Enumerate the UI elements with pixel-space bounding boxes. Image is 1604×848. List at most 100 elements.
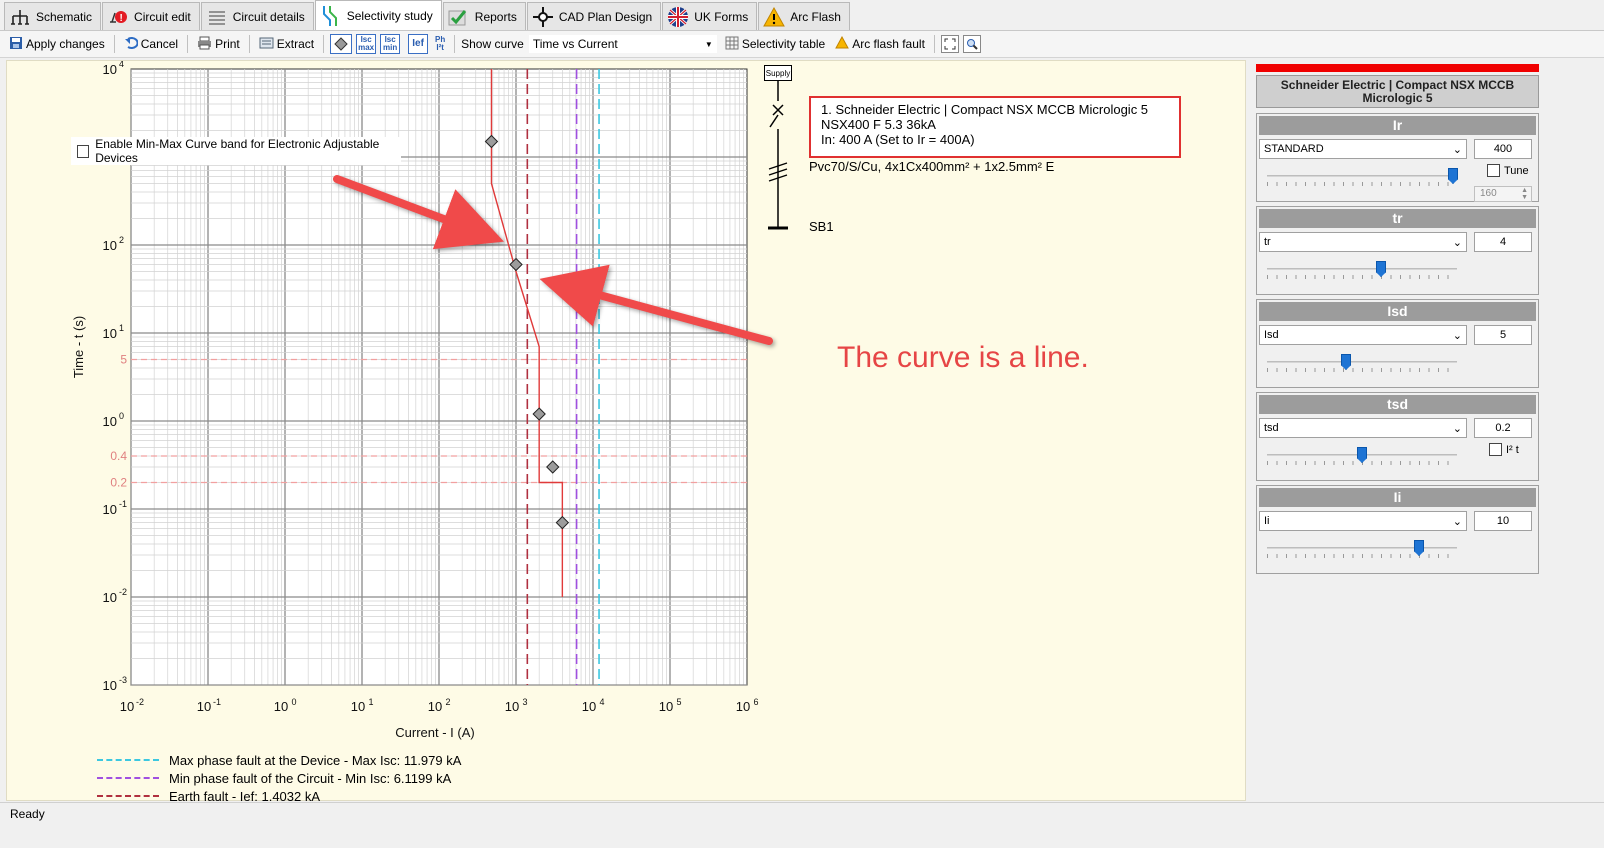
x-tick-exponent: -2 — [136, 697, 144, 707]
tsd-value-input[interactable]: 0.2 — [1474, 418, 1532, 438]
x-tick-exponent: 3 — [522, 697, 527, 707]
circuit-edit-icon: ! — [107, 6, 129, 28]
legend-item: Min phase fault of the Circuit - Min Isc… — [97, 769, 461, 787]
isd-dropdown[interactable]: Isd ⌄ — [1259, 325, 1467, 345]
grid-icon — [725, 36, 739, 53]
status-bar: Ready — [0, 802, 1604, 848]
legend-swatch — [97, 795, 159, 797]
chevron-down-icon: ⌄ — [1452, 236, 1462, 249]
device-info-box[interactable]: 1. Schneider Electric | Compact NSX MCCB… — [809, 96, 1181, 158]
show-curve-select[interactable]: Time vs Current ▼ — [527, 34, 718, 54]
save-icon — [9, 36, 23, 53]
x-tick-exponent: 4 — [599, 697, 604, 707]
isd-slider-ticks — [1267, 368, 1457, 372]
toolbar-separator — [187, 35, 189, 53]
zoom-button[interactable] — [962, 35, 981, 53]
warning-icon — [835, 35, 850, 52]
status-text: Ready — [10, 807, 45, 821]
annotation-text: The curve is a line. — [837, 341, 1089, 374]
x-tick-label: 10 — [582, 699, 596, 714]
tab-reports[interactable]: Reports — [442, 2, 526, 30]
selectivity-icon — [320, 5, 342, 27]
ief-button[interactable]: Ief — [408, 34, 429, 54]
x-tick-exponent: 6 — [753, 697, 758, 707]
legend-swatch — [97, 759, 159, 761]
fit-view-button[interactable] — [940, 35, 959, 53]
enable-minmax-checkbox[interactable] — [77, 144, 90, 158]
y-tick-exponent: 2 — [119, 235, 124, 245]
tcc-chart[interactable]: 50.40.210 -2 10 -1 10 0 10 1 10 2 10 3 10 4 10 5 10 610 41… — [7, 61, 1247, 802]
device-settings-panel: Schneider Electric | Compact NSX MCCB Mi… — [1250, 60, 1604, 801]
tune-spinner[interactable]: 160 ▲ ▼ — [1474, 186, 1532, 202]
cancel-button[interactable]: Cancel — [121, 34, 181, 55]
y-tick-exponent: -2 — [119, 587, 127, 597]
y-tick-exponent: 1 — [119, 323, 124, 333]
tr-dropdown[interactable]: tr ⌄ — [1259, 232, 1467, 252]
toolbar-separator — [454, 35, 456, 53]
tab-arc-flash[interactable]: Arc Flash — [758, 2, 850, 30]
tr-slider-track[interactable] — [1267, 268, 1457, 270]
tab-uk-forms[interactable]: UK Forms — [662, 2, 758, 30]
i2t-checkbox[interactable] — [1489, 443, 1502, 456]
y-tick-label: 10 — [103, 590, 117, 605]
toolbar: Apply changes Cancel Print Extract Isc m… — [0, 31, 1604, 58]
x-tick-exponent: 0 — [291, 697, 296, 707]
tab-selectivity-study[interactable]: Selectivity study — [314, 0, 442, 30]
selectivity-table-button[interactable]: Selectivity table — [722, 34, 828, 55]
chevron-down-icon: ⌄ — [1452, 422, 1462, 435]
isc-min-button[interactable]: Isc min — [380, 34, 401, 54]
arc-flash-fault-button[interactable]: Arc flash fault — [832, 34, 928, 54]
print-button[interactable]: Print — [194, 34, 243, 55]
chevron-down-icon: ⌄ — [1452, 143, 1462, 156]
extract-button[interactable]: Extract — [256, 34, 317, 55]
y-tick-label: 10 — [103, 62, 117, 77]
isd-slider-track[interactable] — [1267, 361, 1457, 363]
breaker-cross-icon — [772, 104, 784, 116]
apply-changes-button[interactable]: Apply changes — [6, 34, 108, 55]
ph-i2t-button[interactable]: Ph I²t — [432, 34, 448, 54]
tsd-dropdown[interactable]: tsd ⌄ — [1259, 418, 1467, 438]
show-curve-label: Show curve — [461, 37, 524, 51]
ii-dropdown[interactable]: Ii ⌄ — [1259, 511, 1467, 531]
toolbar-separator — [113, 35, 115, 53]
schematic-icon — [9, 6, 31, 28]
ir-slider-track[interactable] — [1267, 175, 1457, 177]
tab-circuit-details[interactable]: Circuit details — [200, 2, 314, 30]
isc-max-button[interactable]: Isc max — [356, 34, 377, 54]
x-tick-label: 10 — [505, 699, 519, 714]
ir-value-input[interactable]: 400 — [1474, 139, 1532, 159]
device-title: Schneider Electric | Compact NSX MCCB Mi… — [1256, 75, 1539, 108]
setting-isd: Isd Isd ⌄ 5 — [1256, 299, 1539, 388]
ir-dropdown[interactable]: STANDARD ⌄ — [1259, 139, 1467, 159]
x-tick-label: 10 — [197, 699, 211, 714]
ii-value-input[interactable]: 10 — [1474, 511, 1532, 531]
extract-icon — [259, 36, 274, 53]
setting-ii: Ii Ii ⌄ 10 — [1256, 485, 1539, 574]
y-tick-label: 10 — [103, 238, 117, 253]
reference-label: 0.2 — [110, 476, 127, 490]
x-tick-exponent: -1 — [213, 697, 221, 707]
ir-slider-ticks — [1267, 182, 1457, 186]
ii-slider-track[interactable] — [1267, 547, 1457, 549]
i2t-option[interactable]: I² t — [1489, 443, 1519, 456]
dropdown-arrow-icon: ▼ — [704, 39, 713, 49]
tune-option[interactable]: Tune — [1487, 164, 1529, 177]
check-icon — [448, 6, 470, 28]
chart-legend: Max phase fault at the Device - Max Isc:… — [97, 751, 461, 805]
isd-value-input[interactable]: 5 — [1474, 325, 1532, 345]
y-tick-exponent: 0 — [119, 411, 124, 421]
toolbar-separator — [248, 35, 250, 53]
diamond-marker-toggle[interactable] — [330, 34, 353, 54]
svg-text:!: ! — [120, 13, 123, 24]
tr-value-input[interactable]: 4 — [1474, 232, 1532, 252]
enable-minmax-option[interactable]: Enable Min-Max Curve band for Electronic… — [71, 137, 401, 165]
tab-circuit-edit[interactable]: ! Circuit edit — [102, 2, 200, 30]
tab-schematic[interactable]: Schematic — [4, 2, 102, 30]
x-tick-label: 10 — [736, 699, 750, 714]
printer-icon — [197, 36, 212, 53]
selectivity-chart-area: 5 0.4 0.2 10 -2 10 -1 10 0 10 1 10 2 10 3 10 4 10 5 10 6 10 4 1… — [6, 60, 1247, 804]
tab-cad-plan-design[interactable]: CAD Plan Design — [526, 2, 662, 30]
tune-checkbox[interactable] — [1487, 164, 1500, 177]
supply-symbol[interactable]: Supply — [764, 65, 792, 81]
undo-icon — [124, 36, 139, 53]
